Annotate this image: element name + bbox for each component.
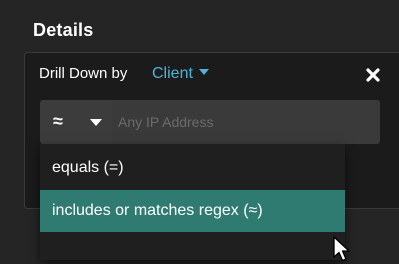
ip-filter-row: ≈ — [40, 100, 380, 144]
close-icon — [366, 68, 380, 82]
operator-symbol: ≈ — [53, 111, 63, 131]
close-button[interactable] — [362, 64, 384, 86]
dropdown-option-regex[interactable]: includes or matches regex (≈) — [40, 190, 345, 232]
dropdown-option-equals[interactable]: equals (=) — [40, 147, 345, 189]
drill-down-selector[interactable]: Client — [152, 65, 209, 83]
chevron-down-icon — [90, 119, 102, 126]
operator-dropdown-menu: equals (=) includes or matches regex (≈) — [40, 144, 345, 260]
panel-title: Details — [33, 20, 94, 40]
panel-header: Details — [0, 0, 399, 44]
drill-down-value: Client — [152, 65, 193, 82]
drill-down-label: Drill Down by — [39, 65, 128, 82]
operator-select[interactable]: ≈ — [40, 100, 112, 144]
mouse-pointer-icon — [333, 236, 350, 262]
chevron-down-icon — [198, 69, 209, 75]
ip-address-input[interactable] — [112, 100, 380, 144]
